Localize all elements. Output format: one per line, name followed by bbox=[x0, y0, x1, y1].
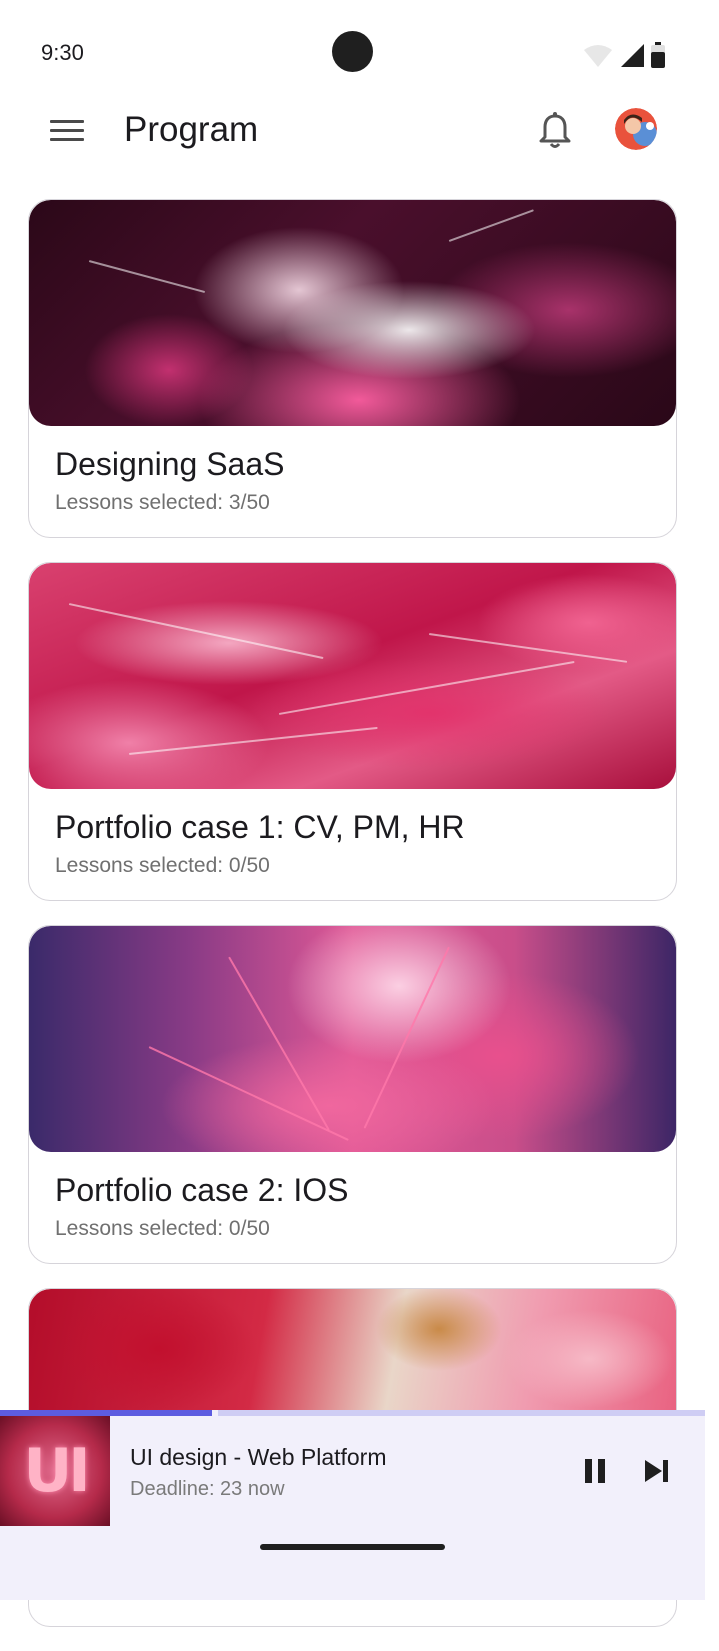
status-bar: 9:30 bbox=[0, 0, 719, 100]
program-card[interactable]: Portfolio case 1: CV, PM, HR Lessons sel… bbox=[28, 562, 677, 901]
camera-cutout bbox=[332, 31, 373, 72]
pause-icon[interactable] bbox=[580, 1456, 610, 1486]
status-icons bbox=[583, 42, 665, 68]
bell-icon[interactable] bbox=[535, 110, 575, 152]
program-card-image bbox=[29, 563, 676, 789]
skip-next-icon[interactable] bbox=[642, 1456, 672, 1486]
player-thumbnail-text: UI bbox=[23, 1436, 90, 1506]
wifi-icon bbox=[584, 45, 612, 67]
player-subtitle: Deadline: 23 now bbox=[130, 1478, 285, 1500]
battery-icon bbox=[651, 42, 665, 68]
program-card-title: Designing SaaS bbox=[55, 446, 285, 482]
program-card-subtitle: Lessons selected: 0/50 bbox=[55, 1217, 270, 1240]
menu-icon[interactable] bbox=[48, 114, 90, 148]
player-thumbnail: UI bbox=[0, 1416, 110, 1526]
player-progress-gap bbox=[212, 1410, 218, 1416]
mini-player[interactable]: UI UI design - Web Platform Deadline: 23… bbox=[0, 1410, 705, 1600]
program-card[interactable]: Portfolio case 2: IOS Lessons selected: … bbox=[28, 925, 677, 1264]
avatar[interactable] bbox=[615, 108, 657, 150]
program-card[interactable]: Designing SaaS Lessons selected: 3/50 bbox=[28, 199, 677, 538]
program-card-subtitle: Lessons selected: 0/50 bbox=[55, 854, 270, 877]
program-card-image bbox=[29, 200, 676, 426]
program-card-subtitle: Lessons selected: 3/50 bbox=[55, 491, 270, 514]
program-card-image bbox=[29, 926, 676, 1152]
page-title: Program bbox=[124, 110, 259, 149]
player-title: UI design - Web Platform bbox=[130, 1444, 387, 1470]
program-card-title: Portfolio case 1: CV, PM, HR bbox=[55, 809, 465, 845]
program-card-title: Portfolio case 2: IOS bbox=[55, 1172, 349, 1208]
cellular-signal-icon bbox=[621, 44, 644, 67]
top-app-bar: Program bbox=[0, 100, 719, 162]
home-indicator[interactable] bbox=[260, 1544, 445, 1550]
status-time: 9:30 bbox=[41, 40, 84, 65]
